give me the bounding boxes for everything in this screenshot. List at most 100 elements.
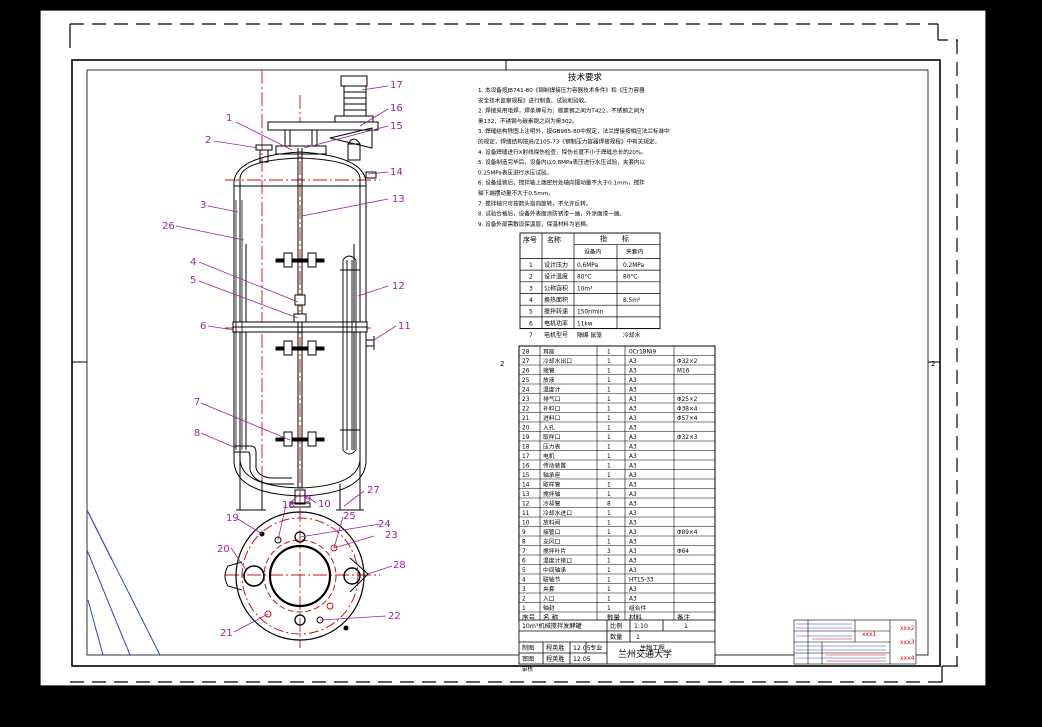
parts-cell: 1: [607, 445, 611, 451]
parts-cell: A3: [629, 483, 637, 489]
spec-sub-vessel: 设备内: [584, 248, 602, 256]
tech-line: 3. 焊缝结构除图上注明外，按GB985-80中规定，法兰焊接按相应法兰标准中: [478, 127, 670, 135]
parts-cell: A3: [629, 445, 637, 451]
parts-cell: 4: [522, 578, 526, 584]
parts-cell: 搅拌轴: [543, 490, 561, 498]
parts-cell: 1: [607, 578, 611, 584]
parts-cell: 24: [522, 388, 530, 394]
parts-cell: 冷却管: [543, 500, 561, 508]
center-mark-left: 2: [500, 360, 504, 368]
callout-11: 11: [398, 321, 411, 332]
mini-block-4: xxx4: [900, 655, 915, 662]
tech-line: 2. 焊接采用电焊，焊条牌号为：碳素钢之间为T422，不锈钢之间为: [478, 107, 645, 115]
mini-block-2: xxx2: [900, 625, 915, 632]
spec-table: 序号 名称 指 标设备内 夹套内 1 设计压力 0.6MPa 0.2MPa 2 设计温度 80°C 80…: [519, 232, 661, 339]
parts-cell: A3: [629, 473, 637, 479]
spec-cell: 5: [529, 309, 533, 316]
parts-cell: A3: [629, 416, 637, 422]
parts-cell: 2: [522, 597, 526, 603]
parts-cell: 电机: [543, 452, 555, 460]
parts-cell: Φ32×2: [677, 359, 698, 365]
parts-cell: Φ25×2: [677, 397, 698, 403]
parts-cell: 1: [607, 369, 611, 375]
parts-cell: A3: [629, 587, 637, 593]
parts-cell: 10: [522, 521, 530, 527]
parts-cell: 28: [522, 350, 530, 356]
title-block-date1: 12.05: [573, 645, 591, 652]
callout-6: 6: [200, 321, 206, 332]
callout-13: 13: [392, 194, 405, 205]
parts-cell: 15: [522, 473, 530, 479]
parts-cell: A3: [629, 454, 637, 460]
tech-line: 9. 设备外部需敷设保温层，保温材料为岩棉。: [478, 220, 591, 228]
parts-cell: Φ38×4: [677, 407, 698, 413]
spec-head-index: 指: [600, 234, 607, 243]
parts-cell: 温度计: [543, 386, 561, 394]
parts-cell: 1: [607, 407, 611, 413]
spec-cell: 150r/min: [577, 310, 604, 316]
spec-cell: 电机型号: [544, 331, 568, 339]
parts-cell: 中间轴承: [543, 566, 566, 574]
spec-head-name: 名称: [547, 235, 561, 244]
parts-cell: A3: [629, 559, 637, 565]
parts-cell: 冷却水进口: [543, 509, 572, 517]
callout-16: 16: [390, 103, 403, 114]
spec-cell: 电机功率: [544, 319, 568, 327]
parts-cell: 9: [522, 530, 526, 536]
spec-cell: 11kw: [577, 321, 593, 327]
parts-cell: 1: [607, 454, 611, 460]
spec-cell: 隔爆 鼠笼: [577, 331, 602, 339]
parts-cell: A3: [629, 530, 637, 536]
callout-17: 17: [390, 80, 403, 91]
spec-head-no: 序号: [523, 235, 537, 244]
parts-cell: 1: [607, 483, 611, 489]
parts-cell: 人孔: [543, 424, 555, 432]
parts-cell: 12: [522, 502, 530, 508]
parts-cell: 1: [607, 388, 611, 394]
parts-cell: M16: [677, 369, 690, 375]
parts-cell: 传动装置: [543, 462, 566, 470]
callout-18: 18: [282, 500, 295, 511]
parts-cell: 压力表: [543, 443, 561, 451]
parts-cell: 23: [522, 397, 530, 403]
callout-5: 5: [190, 275, 196, 286]
parts-cell: 放料阀: [543, 519, 561, 527]
parts-cell: 1: [607, 597, 611, 603]
callout-10: 10: [318, 499, 331, 510]
parts-cell: 轴封: [543, 604, 555, 612]
tech-line: 7. 搅拌轴只可按箭头指向旋转，不允许反转。: [478, 199, 591, 207]
parts-cell: Φ57×4: [677, 416, 698, 422]
tech-line: 6. 设备组装后，搅拌轴上端密封处轴向摆动量不大于0.1mm，搅拌: [478, 179, 645, 187]
parts-cell: 14: [522, 483, 530, 489]
callout-15: 15: [390, 121, 403, 132]
title-block-school: 兰州交通大学: [618, 648, 672, 660]
callout-19: 19: [226, 513, 239, 524]
drawing-sheet: 2 2 1 2 3 4 5 6 7 8 9 10 11 12 13 14 15 …: [0, 0, 1042, 727]
parts-cell: 组合件: [629, 604, 647, 612]
parts-cell: 1: [607, 540, 611, 546]
parts-cell: 夹套: [543, 585, 555, 593]
tech-line: 的规定，焊缝结构按JB/Z105-73《钢制压力容器焊接规程》中有关规定。: [478, 138, 660, 146]
tech-line: 奥132，不锈钢与碳素钢之间为奥302。: [478, 117, 578, 125]
parts-cell: A3: [629, 540, 637, 546]
parts-cell: 19: [522, 435, 530, 441]
spec-cell: 设计温度: [544, 273, 568, 281]
parts-cell: 17: [522, 454, 530, 460]
parts-cell: 取样管: [543, 481, 561, 489]
title-block-date2: 12.05: [573, 656, 591, 663]
parts-cell: Φ89×4: [677, 530, 698, 536]
parts-cell: 8: [607, 502, 611, 508]
parts-cell: 冷却水出口: [543, 357, 572, 365]
spec-cell: 设计压力: [544, 261, 568, 269]
callout-24: 24: [378, 519, 391, 530]
spec-cell: 4: [529, 297, 533, 304]
tech-requirements-title: 技术要求: [568, 72, 603, 83]
tech-line: 4. 设备焊缝进行X射线探伤检查，探伤长度不小于焊缝总长的20%。: [478, 148, 647, 156]
parts-cell: 1: [607, 511, 611, 517]
parts-cell: A3: [629, 521, 637, 527]
parts-cell: Φ64: [677, 549, 689, 555]
parts-cell: 1: [607, 435, 611, 441]
parts-cell: 补料口: [543, 405, 561, 413]
parts-cell: Φ32×3: [677, 435, 698, 441]
spec-cell: 搅拌转速: [544, 308, 568, 316]
